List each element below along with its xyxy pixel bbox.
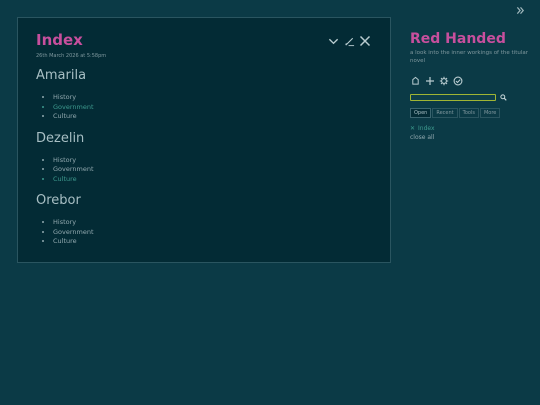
close-all-button[interactable]: close all [410,133,535,142]
plus-icon [425,76,434,85]
pencil-icon [344,37,354,46]
page: Index 26th March 2026 at 5:58pm Amarila … [0,0,540,405]
link-government[interactable]: Government [53,103,94,111]
gear-icon [439,76,448,85]
control-panel-button[interactable] [438,75,449,86]
section-amarila: Amarila History Government Culture [36,68,372,122]
sidebar: Red Handed a look into the inner working… [410,31,535,142]
tiddler-body: Amarila History Government Culture Dezel… [36,68,372,247]
tiddler-subtitle: 26th March 2026 at 5:58pm [36,53,107,59]
close-icon [359,35,371,47]
search-input[interactable] [410,93,496,101]
list-item: History [53,156,372,166]
link-government[interactable]: Government [53,228,94,236]
toggle-story-menu-button[interactable] [513,3,527,17]
section-dezelin: Dezelin History Government Culture [36,131,372,185]
section-orebor: Orebor History Government Culture [36,193,372,247]
tab-open[interactable]: Open [410,108,432,118]
tab-more[interactable]: More [479,108,501,118]
link-history[interactable]: History [53,93,76,101]
chevron-double-right-icon [516,6,524,14]
link-history[interactable]: History [53,218,76,226]
link-list: History Government Culture [36,93,372,122]
open-tiddlers-list: ✕ Index close all [410,124,535,142]
list-item: Culture [53,175,372,185]
link-culture[interactable]: Culture [53,112,77,120]
close-tiddler-icon[interactable]: ✕ [410,124,415,133]
list-item: Government [53,103,372,113]
link-culture[interactable]: Culture [53,175,77,183]
site-title: Red Handed [410,31,506,47]
search-row [410,93,535,101]
search-button[interactable] [499,93,507,101]
link-list: History Government Culture [36,218,372,247]
open-item: ✕ Index [410,124,535,133]
chevron-down-icon [328,38,338,44]
site-subtitle: a look into the inner workings of the ti… [410,50,529,64]
list-item: Culture [53,112,372,122]
tab-recent[interactable]: Recent [432,108,458,118]
link-culture[interactable]: Culture [53,237,77,245]
list-item: Culture [53,237,372,247]
home-icon [412,76,419,85]
section-heading: Orebor [36,193,81,208]
tiddler-index: Index 26th March 2026 at 5:58pm Amarila … [17,17,391,263]
open-link-index[interactable]: Index [418,124,435,133]
list-item: History [53,93,372,103]
tab-tools[interactable]: Tools [458,108,479,118]
tiddler-controls [327,35,371,47]
page-controls [410,75,535,86]
section-heading: Amarila [36,68,87,83]
link-history[interactable]: History [53,156,76,164]
check-circle-icon [453,76,462,85]
tiddler-title: Index [36,31,83,49]
search-icon [499,93,507,101]
link-government[interactable]: Government [53,165,94,173]
sidebar-tabs: Open Recent Tools More [410,108,535,118]
home-button[interactable] [410,75,421,86]
new-tiddler-button[interactable] [424,75,435,86]
list-item: Government [53,228,372,238]
list-item: Government [53,165,372,175]
more-options-button[interactable] [327,35,339,47]
close-button[interactable] [359,35,371,47]
list-item: History [53,218,372,228]
save-button[interactable] [452,75,463,86]
edit-button[interactable] [343,35,355,47]
section-heading: Dezelin [36,130,85,146]
link-list: History Government Culture [36,156,372,185]
